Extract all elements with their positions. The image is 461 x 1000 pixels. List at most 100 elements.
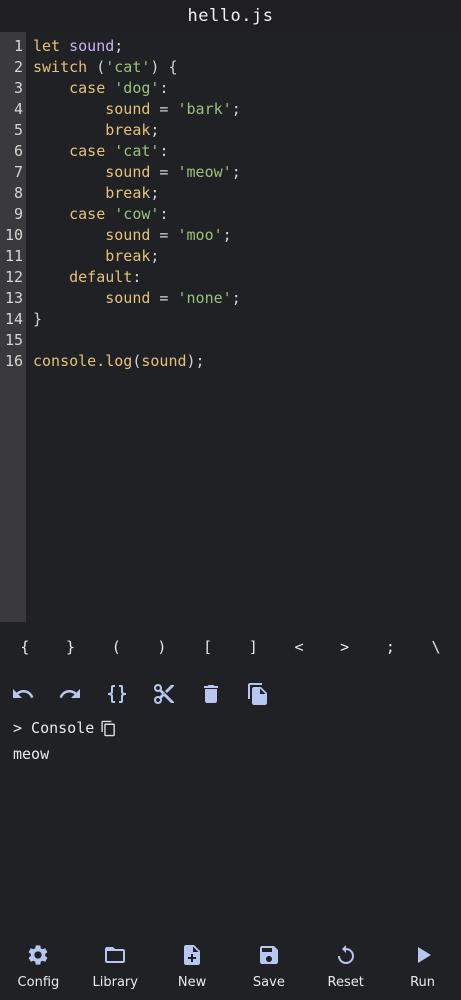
code-token: ; — [231, 100, 241, 118]
code-line[interactable]: 12 default: — [0, 267, 461, 288]
code-text: sound = 'none'; — [33, 288, 241, 309]
symbol-key[interactable]: [ — [190, 638, 226, 656]
code-token: ; — [114, 37, 124, 55]
code-token: break — [105, 247, 151, 265]
code-line[interactable]: 5 break; — [0, 120, 461, 141]
copy-button[interactable] — [243, 680, 272, 709]
nav-library[interactable]: Library — [77, 937, 153, 990]
console-label: > Console — [13, 719, 95, 737]
reset-icon — [337, 945, 354, 964]
code-editor[interactable]: 1 let sound; 2 switch ('cat') {3 case 'dog'… — [0, 32, 461, 622]
code-token: console.log — [33, 352, 133, 370]
console-header: > Console — [13, 716, 117, 740]
code-token: case — [69, 205, 106, 223]
code-token: 'cow' — [114, 205, 160, 223]
code-token: sound — [69, 37, 115, 55]
symbol-key[interactable]: { — [7, 638, 43, 656]
code-token: ; — [231, 163, 241, 181]
code-lines[interactable]: 1 let sound; 2 switch ('cat') {3 case 'dog'… — [0, 36, 461, 372]
nav-save[interactable]: Save — [231, 937, 307, 990]
code-line[interactable]: 3 case 'dog': — [0, 78, 461, 99]
code-line[interactable]: 9 case 'cow': — [0, 204, 461, 225]
code-token: ); — [186, 352, 205, 370]
redo-icon — [59, 689, 80, 698]
symbol-key[interactable]: } — [53, 638, 89, 656]
delete-button[interactable] — [196, 680, 225, 709]
code-token: 'meow' — [177, 163, 232, 181]
code-token: ; — [222, 226, 232, 244]
code-text: sound = 'bark'; — [33, 99, 241, 120]
code-line[interactable]: 10 sound = 'moo'; — [0, 225, 461, 246]
nav-run[interactable]: Run — [385, 937, 461, 990]
braces-icon — [107, 685, 126, 703]
symbol-key[interactable]: ; — [372, 638, 408, 656]
code-text: case 'cow': — [33, 204, 168, 225]
code-token: sound — [105, 289, 151, 307]
line-number: 11 — [4, 247, 23, 265]
symbol-key[interactable]: < — [281, 638, 317, 656]
line-number: 12 — [4, 268, 23, 286]
nav-library-label: Library — [92, 975, 138, 990]
file-title: hello.js — [0, 0, 461, 32]
code-text: } — [33, 309, 42, 330]
code-line[interactable]: 13 sound = 'none'; — [0, 288, 461, 309]
nav-config-label: Config — [17, 975, 60, 990]
folder-icon — [105, 947, 126, 963]
symbol-key[interactable]: ) — [144, 638, 180, 656]
bottom-navigation: Config Library New Save Reset Run — [0, 937, 461, 1000]
symbol-key[interactable]: > — [327, 638, 363, 656]
editor-toolbar — [8, 678, 272, 710]
undo-button[interactable] — [8, 680, 37, 709]
line-number: 13 — [4, 289, 23, 307]
code-token: ; — [150, 184, 160, 202]
code-line[interactable]: 4 sound = 'bark'; — [0, 99, 461, 120]
code-text: sound = 'meow'; — [33, 162, 241, 183]
code-token: case — [69, 79, 106, 97]
code-token: break — [105, 184, 151, 202]
line-number: 4 — [13, 100, 23, 118]
code-line[interactable]: 7 sound = 'meow'; — [0, 162, 461, 183]
redo-button[interactable] — [55, 680, 84, 709]
code-line[interactable]: 11 break; — [0, 246, 461, 267]
nav-new[interactable]: New — [154, 937, 230, 990]
code-line[interactable]: 2 switch ('cat') { — [0, 57, 461, 78]
code-line[interactable]: 6 case 'cat': — [0, 141, 461, 162]
code-line[interactable]: 16 console.log(sound); — [0, 351, 461, 372]
code-line[interactable]: 15 — [0, 330, 461, 351]
play-icon — [417, 947, 431, 963]
nav-new-label: New — [177, 975, 207, 990]
symbol-bar: {} () [] < >; \ — [0, 632, 461, 662]
code-line[interactable]: 14} — [0, 309, 461, 330]
nav-save-label: Save — [252, 975, 285, 990]
copy-console-icon[interactable] — [100, 720, 117, 737]
code-token: sound — [105, 163, 151, 181]
symbol-key[interactable]: ( — [98, 638, 134, 656]
symbol-key[interactable]: ] — [235, 638, 271, 656]
cut-button[interactable] — [149, 680, 178, 709]
line-number: 6 — [13, 142, 23, 160]
nav-reset[interactable]: Reset — [308, 937, 384, 990]
line-number: 5 — [13, 121, 23, 139]
format-button[interactable] — [102, 680, 131, 709]
symbol-key[interactable]: \ — [418, 638, 454, 656]
code-text: sound = 'moo'; — [33, 225, 232, 246]
code-text: break; — [33, 246, 159, 267]
code-line[interactable]: 8 break; — [0, 183, 461, 204]
code-text: case 'cat': — [33, 141, 168, 162]
nav-config[interactable]: Config — [0, 937, 76, 990]
code-token: ; — [231, 289, 241, 307]
cut-icon — [153, 684, 174, 704]
code-line[interactable]: 1 let sound; — [0, 36, 461, 57]
code-token: sound — [141, 352, 187, 370]
nav-reset-label: Reset — [327, 975, 364, 990]
code-token: : — [159, 142, 169, 160]
